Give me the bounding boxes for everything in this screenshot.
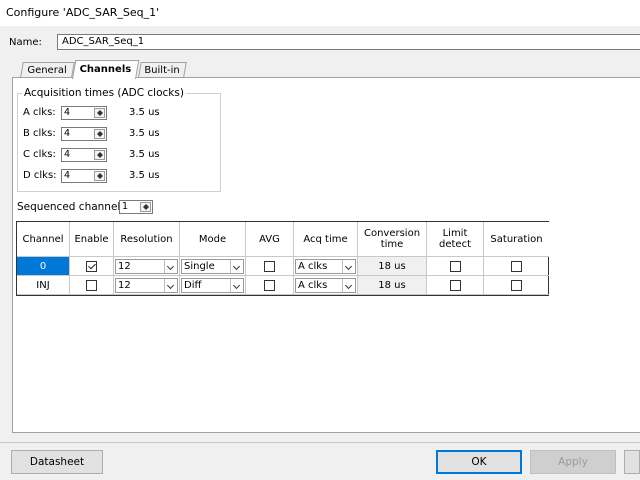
row-1-mode-dropdown[interactable]: Diff: [181, 278, 244, 293]
row-0-resolution-dropdown[interactable]: 12: [115, 259, 178, 274]
row-0-enable-checkbox[interactable]: [86, 260, 97, 272]
sequenced-channels-spinner[interactable]: 1: [119, 200, 153, 214]
spinner-arrows-icon[interactable]: [94, 171, 105, 181]
row-1-mode-cell: Diff: [180, 276, 246, 295]
row-0-acq-dropdown[interactable]: A clks: [295, 259, 356, 274]
spinner-arrows-icon[interactable]: [94, 129, 105, 139]
row-1-channel[interactable]: INJ: [17, 276, 70, 295]
header-limit-detect: Limit detect: [427, 222, 484, 257]
row-1-saturation-cell: [484, 276, 549, 295]
header-saturation: Saturation: [484, 222, 549, 257]
acquisition-title: Acquisition times (ADC clocks): [22, 87, 186, 99]
spinner-arrows-icon[interactable]: [140, 202, 151, 212]
name-input[interactable]: ADC_SAR_Seq_1: [57, 34, 640, 50]
d-clks-spinner[interactable]: 4: [61, 169, 107, 183]
header-enable: Enable: [70, 222, 114, 257]
c-clks-spinner[interactable]: 4: [61, 148, 107, 162]
header-mode: Mode: [180, 222, 246, 257]
d-clks-time: 3.5 us: [129, 170, 160, 181]
row-0-saturation-cell: [484, 257, 549, 276]
row-1-resolution-dropdown[interactable]: 12: [115, 278, 178, 293]
row-1-saturation-checkbox[interactable]: [511, 279, 522, 291]
row-1-limit-cell: [427, 276, 484, 295]
row-0-mode-dropdown[interactable]: Single: [181, 259, 244, 274]
a-clks-spinner[interactable]: 4: [61, 106, 107, 120]
row-1-conversion-time: 18 us: [358, 276, 427, 295]
tab-channels[interactable]: Channels: [72, 60, 140, 79]
chevron-down-icon[interactable]: [342, 279, 355, 292]
tab-general[interactable]: General: [20, 62, 75, 78]
row-0-mode-cell: Single: [180, 257, 246, 276]
row-1-acq-cell: A clks: [294, 276, 358, 295]
d-clks-label: D clks:: [23, 170, 57, 181]
row-0-enable-cell: [70, 257, 114, 276]
spinner-arrows-icon[interactable]: [94, 108, 105, 118]
datasheet-button[interactable]: Datasheet: [11, 450, 103, 474]
spinner-arrows-icon[interactable]: [94, 150, 105, 160]
chevron-down-icon[interactable]: [230, 260, 243, 273]
header-resolution: Resolution: [114, 222, 180, 257]
chevron-down-icon[interactable]: [342, 260, 355, 273]
header-acq-time: Acq time: [294, 222, 358, 257]
row-0-channel[interactable]: 0: [17, 257, 70, 276]
row-1-limit-checkbox[interactable]: [449, 279, 461, 291]
row-1-avg-checkbox[interactable]: [264, 279, 275, 291]
b-clks-time: 3.5 us: [129, 128, 160, 139]
c-clks-label: C clks:: [23, 149, 56, 160]
row-1-resolution-cell: 12: [114, 276, 180, 295]
header-conversion-time: Conversion time: [358, 222, 427, 257]
row-1-avg-cell: [246, 276, 294, 295]
row-0-acq-cell: A clks: [294, 257, 358, 276]
row-0-conversion-time: 18 us: [358, 257, 427, 276]
b-clks-label: B clks:: [23, 128, 56, 139]
row-0-avg-cell: [246, 257, 294, 276]
channels-grid: Channel Enable Resolution Mode AVG Acq t…: [16, 221, 549, 296]
ok-button[interactable]: OK: [436, 450, 522, 474]
name-label: Name:: [9, 37, 42, 48]
row-0-limit-checkbox[interactable]: [449, 260, 461, 272]
chevron-down-icon[interactable]: [230, 279, 243, 292]
footer-divider: [0, 442, 640, 443]
row-1-enable-cell: [70, 276, 114, 295]
b-clks-spinner[interactable]: 4: [61, 127, 107, 141]
row-0-limit-cell: [427, 257, 484, 276]
row-1-enable-checkbox[interactable]: [86, 279, 97, 291]
row-1-acq-dropdown[interactable]: A clks: [295, 278, 356, 293]
row-0-resolution-cell: 12: [114, 257, 180, 276]
header-channel: Channel: [17, 222, 70, 257]
tab-built-in[interactable]: Built-in: [138, 62, 187, 78]
chevron-down-icon[interactable]: [164, 279, 177, 292]
header-avg: AVG: [246, 222, 294, 257]
cancel-button-partial[interactable]: [624, 450, 640, 474]
a-clks-time: 3.5 us: [129, 107, 160, 118]
row-0-saturation-checkbox[interactable]: [511, 260, 522, 272]
a-clks-label: A clks:: [23, 107, 56, 118]
chevron-down-icon[interactable]: [164, 260, 177, 273]
apply-button[interactable]: Apply: [530, 450, 616, 474]
row-0-avg-checkbox[interactable]: [264, 260, 275, 272]
sequenced-channels-label: Sequenced channels:: [17, 201, 130, 213]
c-clks-time: 3.5 us: [129, 149, 160, 160]
window-title: Configure 'ADC_SAR_Seq_1': [6, 6, 160, 19]
